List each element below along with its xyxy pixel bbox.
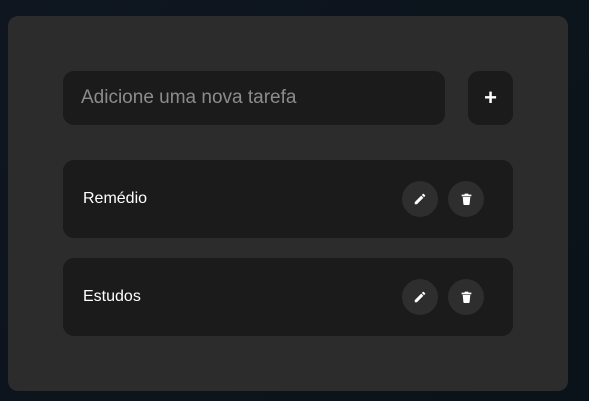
edit-task-button[interactable] [402,279,438,315]
delete-task-button[interactable] [448,181,484,217]
new-task-input[interactable] [79,86,429,110]
add-task-button[interactable]: + [468,71,513,125]
task-label: Remédio [83,190,148,207]
task-item: Estudos [63,258,513,336]
delete-task-button[interactable] [448,279,484,315]
add-button-label: + [484,85,497,110]
todo-card: + Remédio Estudos [8,16,568,391]
pencil-icon [413,192,427,206]
pencil-icon [413,290,427,304]
new-task-field-wrapper [63,71,445,125]
task-item: Remédio [63,160,513,238]
task-label: Estudos [83,288,141,305]
edit-task-button[interactable] [402,181,438,217]
trash-icon [460,290,473,304]
trash-icon [460,192,473,206]
